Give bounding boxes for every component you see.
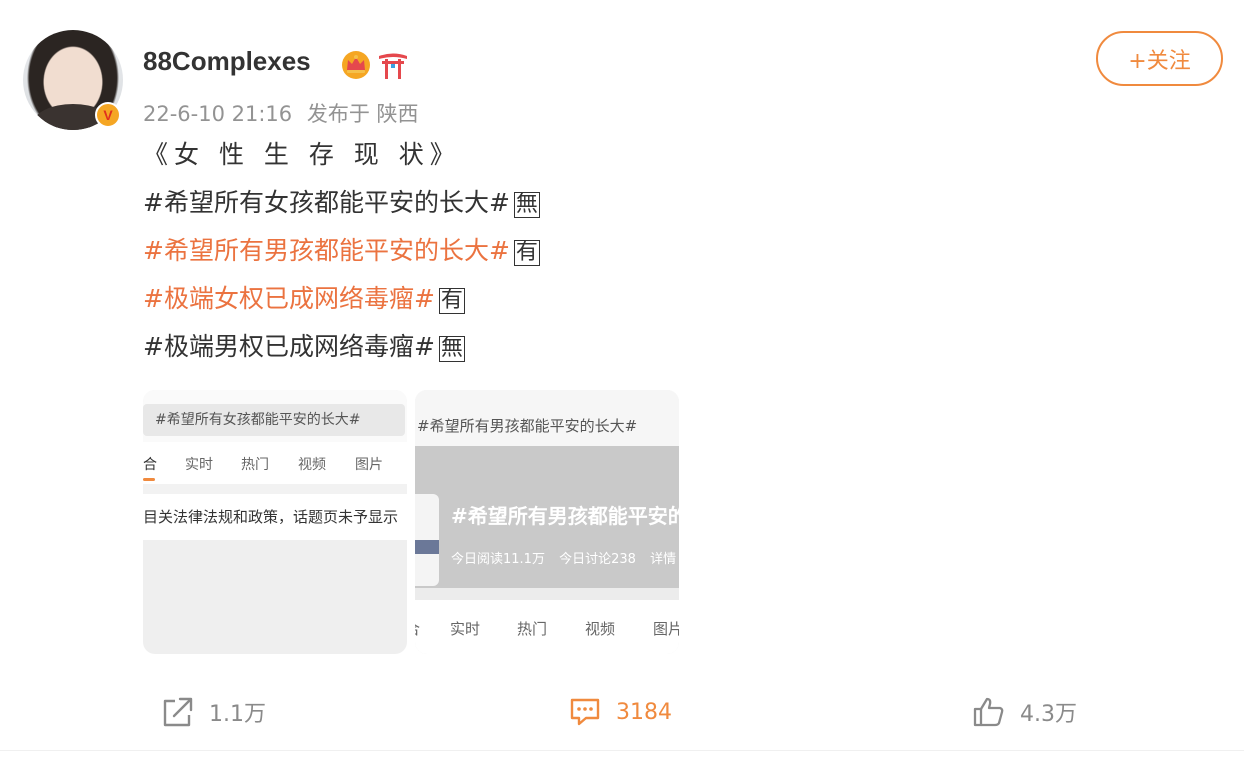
screenshot-tab: 图片 [653, 620, 679, 638]
like-count: 4.3万 [1020, 702, 1077, 727]
hashtag-link[interactable]: #希望所有男孩都能平安的长大# [143, 236, 510, 265]
post-line-2: #希望所有男孩都能平安的长大# 有 [143, 236, 540, 266]
post-line-1: #希望所有女孩都能平安的长大# 無 [143, 188, 540, 218]
screenshot-stat: 今日阅读11.1万 [451, 552, 545, 567]
share-button[interactable]: 1.1万 [161, 692, 266, 732]
post-source: 发布于 陕西 [306, 102, 419, 126]
screenshot-tab-indicator [143, 478, 155, 481]
screenshot-tab: 视频 [585, 620, 616, 638]
screenshot-stat: 详情 [650, 552, 677, 567]
screenshot-banner-title: #希望所有男孩都能平安的长大# [451, 504, 679, 528]
divider [0, 750, 1244, 751]
hashtag-text[interactable]: #极端男权已成网络毒瘤# [143, 332, 435, 361]
screenshot-tab: 视频 [298, 457, 326, 473]
screenshot-thumbnail-bar [415, 540, 439, 554]
screenshot-tab: 热门 [241, 457, 269, 473]
screenshot-stats: 今日阅读11.1万 今日讨论238 详情 [451, 548, 679, 567]
boxed-char: 無 [438, 336, 465, 362]
post-title: 《女 性 生 存 现 状》 [143, 140, 461, 169]
screenshot-tab: 图片 [355, 457, 383, 473]
post-line-3: #极端女权已成网络毒瘤# 有 [143, 284, 465, 314]
screenshot-notice: 目关法律法规和政策，话题页未予显示 [143, 494, 407, 540]
comment-icon [570, 698, 600, 726]
screenshot-search-text: #希望所有女孩都能平安的长大# [143, 404, 405, 436]
comment-count: 3184 [616, 699, 672, 725]
torii-icon [379, 53, 407, 79]
like-button[interactable]: 4.3万 [972, 692, 1077, 732]
post-image-2[interactable]: #希望所有男孩都能平安的长大# #希望所有男孩都能平安的长大# 今日阅读11.1… [415, 390, 679, 654]
screenshot-tabs: 合 实时 热门 视频 图片 [143, 442, 407, 484]
boxed-char: 有 [438, 288, 465, 314]
verified-badge-letter: V [103, 107, 113, 123]
verified-badge-icon: V [95, 102, 121, 128]
post-timestamp[interactable]: 22-6-10 21:16 [143, 102, 292, 126]
screenshot-stat: 今日讨论238 [559, 552, 636, 567]
post-meta: 22-6-10 21:16 发布于 陕西 [143, 98, 427, 128]
boxed-char: 有 [513, 240, 540, 266]
share-icon [163, 697, 193, 727]
share-count: 1.1万 [209, 702, 266, 727]
screenshot-tab: 实时 [185, 457, 213, 473]
screenshot-topbar: #希望所有女孩都能平安的长大# [143, 390, 407, 442]
comment-button[interactable]: 3184 [568, 692, 672, 732]
crown-icon [342, 51, 370, 79]
screenshot-tabs: 合 实时 热门 视频 图片 [415, 600, 679, 654]
screenshot-tab: 实时 [450, 620, 481, 638]
screenshot-tab: 合 [415, 618, 420, 639]
like-icon [973, 697, 1004, 727]
screenshot-divider [143, 484, 407, 494]
screenshot-tab: 合 [143, 457, 157, 473]
post-line-4: #极端男权已成网络毒瘤# 無 [143, 332, 465, 362]
follow-button[interactable]: +关注 [1096, 31, 1223, 86]
boxed-char: 無 [513, 192, 540, 218]
hashtag-text[interactable]: #希望所有女孩都能平安的长大# [143, 188, 510, 217]
post-image-1[interactable]: #希望所有女孩都能平安的长大# 合 实时 热门 视频 图片 目关法律法规和政策，… [143, 390, 407, 654]
username[interactable]: 88Complexes [143, 46, 311, 77]
hashtag-link[interactable]: #极端女权已成网络毒瘤# [143, 284, 435, 313]
screenshot-tab: 热门 [517, 620, 548, 638]
screenshot-search-text: #希望所有男孩都能平安的长大# [415, 390, 679, 446]
